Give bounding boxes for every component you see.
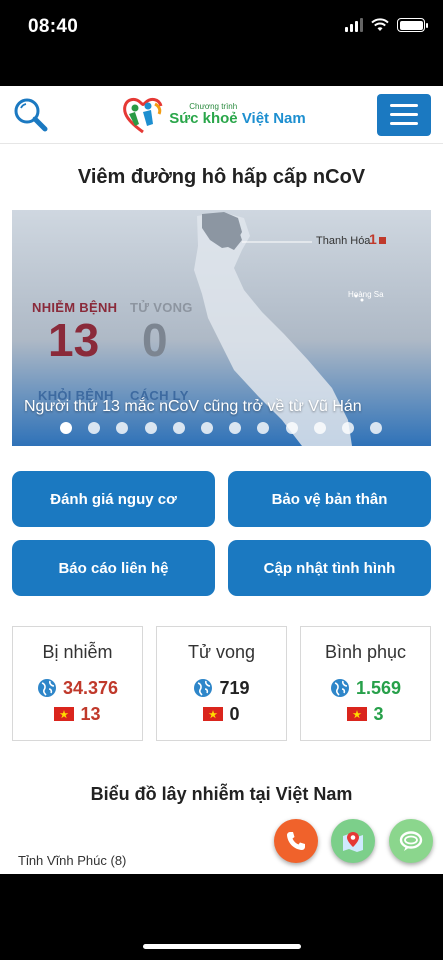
- phone-icon: [287, 832, 305, 850]
- infected-card: Bị nhiễm 34.376 13: [12, 626, 143, 741]
- chat-bubble-icon: [399, 831, 423, 851]
- carousel-dot[interactable]: [172, 422, 185, 434]
- deaths-world-value: 719: [219, 678, 250, 698]
- chart-province-label: Tỉnh Vĩnh Phúc (8): [18, 853, 127, 868]
- call-button[interactable]: [274, 819, 318, 863]
- infected-vn-value: 13: [80, 704, 101, 724]
- recovered-world-row: 1.569: [330, 675, 401, 701]
- infected-world-row: 34.376: [37, 675, 118, 701]
- banner-infected-value: 13: [48, 314, 100, 366]
- hamburger-icon-line: [389, 113, 418, 116]
- search-button[interactable]: [12, 96, 50, 134]
- page: Chương trình Sức khoẻ Việt Nam Viêm đườn…: [0, 86, 443, 874]
- home-indicator[interactable]: [143, 944, 301, 949]
- globe-icon: [194, 679, 213, 697]
- deaths-vn-row: 0: [203, 701, 240, 727]
- recovered-vn-value: 3: [373, 704, 384, 724]
- status-time: 08:40: [28, 16, 79, 37]
- carousel-dot[interactable]: [88, 422, 101, 434]
- status-bar: 08:40: [0, 0, 443, 56]
- chat-button[interactable]: [389, 819, 433, 863]
- banner-deaths-value: 0: [142, 314, 168, 366]
- map-marker-icon: [379, 237, 386, 244]
- carousel-dot[interactable]: [370, 422, 383, 434]
- vietnam-flag-icon: [347, 707, 368, 721]
- map-label-islands: Hoàng Sa: [348, 290, 384, 299]
- globe-icon: [37, 679, 56, 697]
- menu-button[interactable]: [376, 93, 431, 136]
- deaths-vn-value: 0: [229, 704, 240, 724]
- banner-infected-label: NHIỄM BỆNH: [32, 300, 118, 315]
- vietnam-flag-icon: [54, 707, 75, 721]
- carousel-dot[interactable]: [60, 422, 72, 434]
- report-contact-button[interactable]: Báo cáo liên hệ: [12, 540, 215, 596]
- carousel-dot[interactable]: [285, 422, 298, 434]
- map-label-province: Thanh Hóa: [316, 235, 371, 247]
- search-icon: [14, 98, 48, 131]
- hamburger-icon-line: [389, 122, 418, 125]
- map-button[interactable]: [331, 819, 375, 863]
- page-title: Viêm đường hô hấp cấp nCoV: [77, 166, 366, 188]
- carousel-dot[interactable]: [341, 422, 354, 434]
- deaths-label: Tử vong: [187, 642, 256, 662]
- brand-logo[interactable]: Chương trình Sức khoẻ Việt Nam: [121, 94, 306, 136]
- heart-people-logo-icon: [123, 97, 163, 133]
- wifi-icon: [371, 18, 389, 31]
- carousel-dot[interactable]: [229, 422, 242, 434]
- carousel-pagination: [60, 422, 383, 434]
- recovered-vn-row: 3: [347, 701, 384, 727]
- battery-icon: [397, 18, 428, 32]
- carousel-dot[interactable]: [116, 422, 129, 434]
- carousel-caption[interactable]: Người thứ 13 mắc nCoV cũng trở về từ Vũ …: [24, 398, 362, 416]
- hamburger-icon-line: [389, 104, 418, 107]
- carousel-dot[interactable]: [144, 422, 157, 434]
- globe-icon: [330, 679, 349, 697]
- banner-deaths-stat: TỬ VONG 0: [130, 300, 193, 363]
- carousel-dot[interactable]: [257, 422, 270, 434]
- status-icons: [345, 18, 428, 32]
- map-label-count: 1: [369, 231, 377, 247]
- infection-chart-title: Biểu đồ lây nhiễm tại Việt Nam: [90, 784, 353, 804]
- carousel-dot[interactable]: [313, 422, 326, 434]
- cellular-signal-icon: [345, 18, 363, 32]
- top-bar: Chương trình Sức khoẻ Việt Nam: [0, 86, 443, 144]
- brand-title-part2: Việt Nam: [241, 110, 306, 127]
- assess-risk-button[interactable]: Đánh giá nguy cơ: [12, 471, 215, 527]
- recovered-label: Bình phục: [324, 642, 407, 662]
- deaths-world-row: 719: [193, 675, 250, 701]
- news-carousel[interactable]: Thanh Hóa 1 Hoàng Sa NHIỄM BỆNH 13 TỬ VO…: [12, 210, 431, 446]
- recovered-card: Bình phục 1.569 3: [300, 626, 431, 741]
- infected-vn-row: 13: [54, 701, 101, 727]
- banner-infected-stat: NHIỄM BỆNH 13: [32, 300, 117, 363]
- recovered-world-value: 1.569: [355, 678, 402, 698]
- brand-title: Sức khoẻ Việt Nam: [169, 111, 305, 126]
- carousel-dot[interactable]: [200, 422, 213, 434]
- infected-world-value: 34.376: [62, 678, 119, 698]
- vietnam-flag-icon: [203, 707, 224, 721]
- deaths-card: Tử vong 719 0: [156, 626, 287, 741]
- brand-title-part1: Sức khoẻ: [169, 110, 238, 127]
- protect-self-button[interactable]: Bảo vệ bản thân: [228, 471, 431, 527]
- action-grid: Đánh giá nguy cơ Bảo vệ bản thân Báo cáo…: [12, 471, 431, 596]
- update-situation-button[interactable]: Cập nhật tình hình: [228, 540, 431, 596]
- infected-label: Bị nhiễm: [42, 642, 113, 662]
- stats-cards: Bị nhiễm 34.376 13 Tử vong 719 0 Bình ph…: [12, 626, 431, 741]
- banner-deaths-label: TỬ VONG: [130, 300, 193, 315]
- map-pin-icon: [343, 832, 363, 852]
